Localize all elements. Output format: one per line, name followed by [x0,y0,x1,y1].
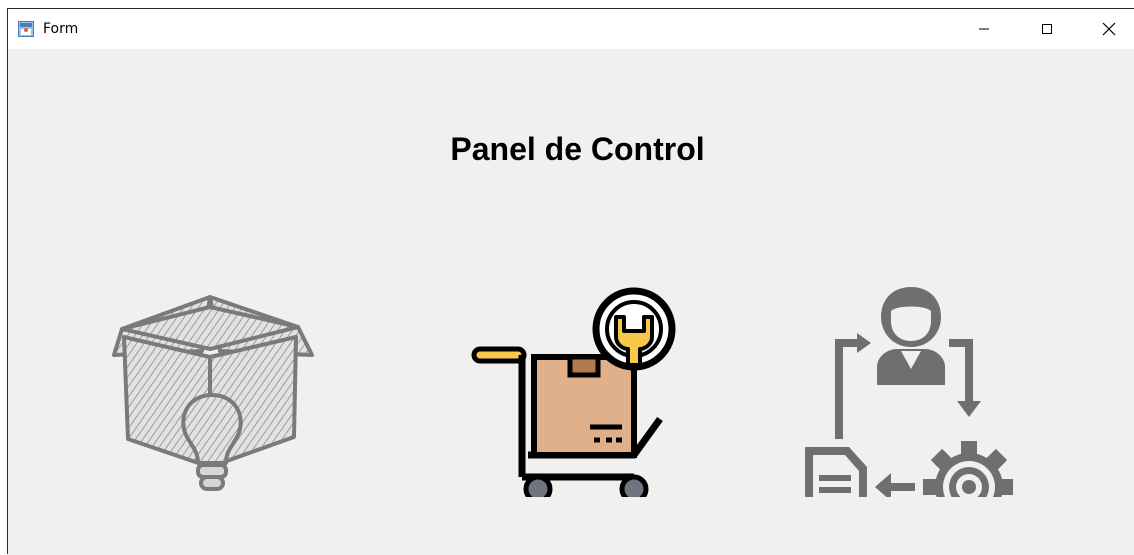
user-workflow-tile[interactable] [797,277,1013,497]
close-icon [1102,22,1116,36]
form-content: Panel de Control [8,49,1134,555]
minimize-icon [979,28,989,30]
maximize-button[interactable] [1024,9,1070,49]
close-button[interactable] [1086,9,1132,49]
maximize-icon [1042,24,1052,34]
app-icon [18,21,34,37]
title-bar[interactable]: Form [8,9,1134,49]
cart-service-icon [471,287,676,497]
page-title: Panel de Control [450,131,705,167]
user-workflow-icon [805,287,1013,497]
minimize-button[interactable] [961,9,1007,49]
box-idea-icon [112,295,314,491]
app-window: Form Panel de Control [7,8,1134,555]
cart-service-tile[interactable] [464,277,680,497]
window-title: Form [43,21,79,37]
box-idea-tile[interactable] [102,277,318,497]
